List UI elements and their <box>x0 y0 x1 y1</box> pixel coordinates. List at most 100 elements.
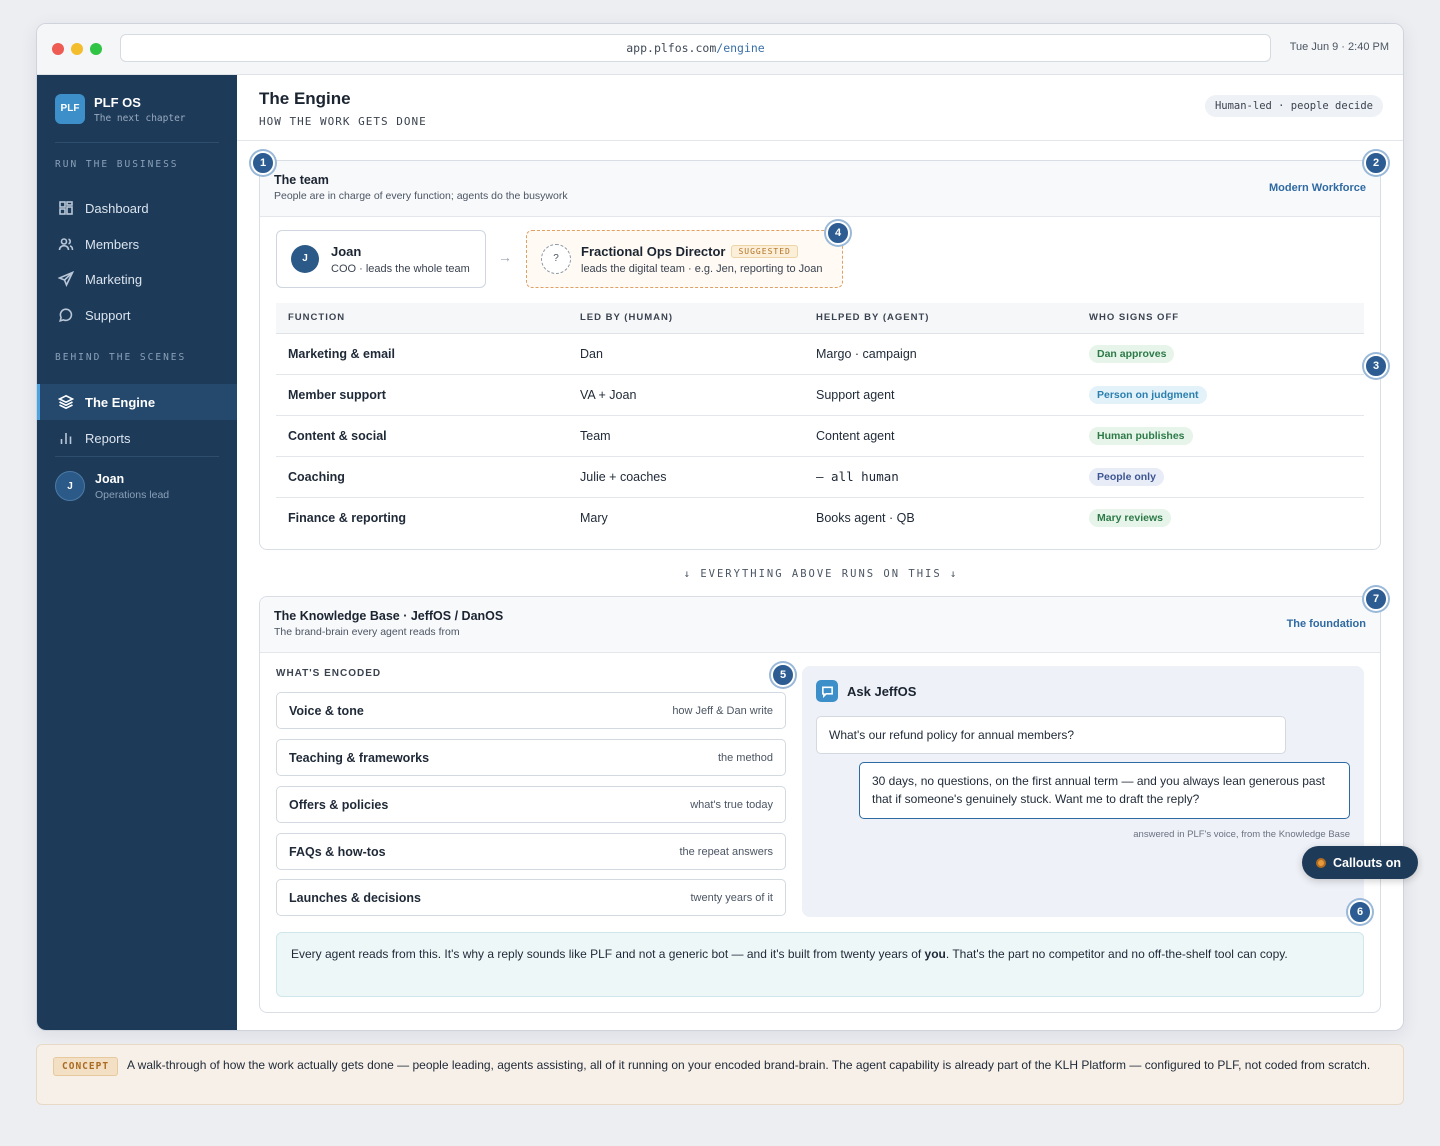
brand[interactable]: PLF PLF OS The next chapter <box>55 94 186 124</box>
table-row[interactable]: Content & social Team Content agent Huma… <box>276 415 1364 457</box>
team-table: FUNCTION LED BY (HUMAN) HELPED BY (AGENT… <box>276 303 1364 538</box>
lead-name: Joan <box>331 243 362 259</box>
signoff-chip: People only <box>1089 467 1164 486</box>
maximize-window-button[interactable] <box>90 43 102 55</box>
sidebar-item-support[interactable]: Support <box>37 297 237 333</box>
signoff-cell: Mary reviews <box>1077 497 1364 538</box>
dashboard-icon <box>59 201 73 215</box>
kb-item[interactable]: FAQs & how-tos the repeat answers <box>276 833 786 870</box>
close-window-button[interactable] <box>52 43 64 55</box>
current-user[interactable]: J Joan Operations lead <box>55 471 169 501</box>
function-cell: Finance & reporting <box>288 510 407 525</box>
suggested-role-card[interactable]: ? Fractional Ops Director SUGGESTED leads… <box>526 230 843 288</box>
callout-marker-2[interactable]: 2 <box>1364 151 1388 175</box>
browser-chrome: app.plfos.com/engine Tue Jun 9 · 2:40 PM <box>37 24 1403 75</box>
signoff-cell: Human publishes <box>1077 415 1364 457</box>
team-card-header: The team People are in charge of every f… <box>260 161 1380 217</box>
sidebar-item-dashboard[interactable]: Dashboard <box>37 190 237 226</box>
chat-icon <box>59 308 73 322</box>
led-by-cell: VA + Joan <box>568 374 804 416</box>
kb-summary-text-end: . That's the part no competitor and no o… <box>945 947 1288 961</box>
callout-marker-4[interactable]: 4 <box>826 221 850 245</box>
callout-marker-5[interactable]: 5 <box>771 663 795 687</box>
kb-item-desc: the method <box>717 751 773 764</box>
helped-by-cell: Content agent <box>804 415 1077 457</box>
callout-marker-3[interactable]: 3 <box>1364 354 1388 378</box>
table-row[interactable]: Marketing & email Dan Margo · campaign D… <box>276 333 1364 375</box>
url-bar[interactable]: app.plfos.com/engine <box>120 34 1271 62</box>
led-by-cell: Team <box>568 415 804 457</box>
kb-item-desc: the repeat answers <box>679 845 773 858</box>
layers-icon <box>58 394 74 410</box>
page-header: The Engine HOW THE WORK GETS DONE Human-… <box>237 75 1403 141</box>
toggle-status-dot <box>1316 857 1326 868</box>
ask-title: Ask JeffOS <box>847 683 917 699</box>
user-role: Operations lead <box>95 488 170 501</box>
team-tag-link[interactable]: Modern Workforce <box>1269 182 1366 194</box>
suggested-badge: SUGGESTED <box>731 244 798 258</box>
team-subtitle: People are in charge of every function; … <box>274 190 568 202</box>
kb-item-name: Launches & decisions <box>289 890 421 905</box>
kb-summary-text: Every agent reads from this. It's why a … <box>291 947 925 961</box>
led-by-cell: Mary <box>580 510 608 525</box>
clock: Tue Jun 9 · 2:40 PM <box>1289 41 1389 53</box>
table-row[interactable]: Finance & reporting Mary Books agent · Q… <box>276 497 1364 538</box>
sidebar-item-the-engine[interactable]: The Engine <box>37 384 237 420</box>
function-cell: Member support <box>276 374 568 416</box>
url-path: /engine <box>716 41 765 55</box>
brand-name: PLF OS <box>94 94 141 110</box>
kb-item[interactable]: Teaching & frameworks the method <box>276 739 786 776</box>
send-icon <box>58 271 74 287</box>
column-header: LED BY (HUMAN) <box>568 303 804 334</box>
callout-marker-6[interactable]: 6 <box>1348 900 1372 924</box>
unknown-person-icon: ? <box>541 244 571 274</box>
kb-item[interactable]: Launches & decisions twenty years of it <box>276 879 786 916</box>
table-row[interactable]: Member support VA + Joan Support agent P… <box>276 374 1364 416</box>
callouts-toggle[interactable]: Callouts on <box>1302 846 1418 879</box>
kb-item-desc: twenty years of it <box>690 891 773 904</box>
kb-tag-link[interactable]: The foundation <box>1287 618 1366 630</box>
suggested-role-name: Fractional Ops Director <box>581 243 726 259</box>
suggested-role-desc: leads the digital team · e.g. Jen, repor… <box>581 262 823 275</box>
section-label-behind: BEHIND THE SCENES <box>55 352 187 363</box>
sidebar-item-members[interactable]: Members <box>37 226 237 262</box>
kb-subtitle: The brand-brain every agent reads from <box>274 626 460 638</box>
function-cell: Marketing & email <box>276 333 568 375</box>
helped-by-cell: Support agent <box>804 374 1077 416</box>
arrow-right-icon: → <box>498 249 512 265</box>
url-host: app.plfos.com <box>626 41 717 55</box>
callout-marker-1[interactable]: 1 <box>251 151 275 175</box>
sidebar-item-marketing[interactable]: Marketing <box>37 261 237 297</box>
minimize-window-button[interactable] <box>71 43 83 55</box>
kb-card-header: The Knowledge Base · JeffOS / DanOS The … <box>260 597 1380 653</box>
page-title: The Engine <box>259 89 351 108</box>
status-badge: Human-led · people decide <box>1204 95 1383 117</box>
concept-note: CONCEPT A walk-through of how the work a… <box>36 1044 1404 1105</box>
function-cell: Coaching <box>276 456 568 498</box>
kb-item-desc: what's true today <box>690 798 773 811</box>
question-bubble: What's our refund policy for annual memb… <box>816 716 1286 754</box>
kb-title: The Knowledge Base · JeffOS / DanOS <box>274 609 504 623</box>
signoff-chip: Human publishes <box>1089 426 1193 445</box>
kb-item[interactable]: Offers & policies what's true today <box>276 786 786 823</box>
sidebar: PLF PLF OS The next chapter RUN THE BUSI… <box>37 75 237 1030</box>
sidebar-item-label: Dashboard <box>85 200 149 216</box>
user-name: Joan <box>95 471 125 486</box>
kb-item-name: FAQs & how-tos <box>289 844 386 859</box>
kb-summary-emphasis: you <box>924 947 946 961</box>
concept-tag: CONCEPT <box>53 1057 119 1076</box>
signoff-chip: Dan approves <box>1089 344 1175 363</box>
signoff-cell: Person on judgment <box>1077 374 1364 416</box>
signoff-chip: Mary reviews <box>1089 508 1171 527</box>
members-icon <box>58 238 74 251</box>
kb-item-name: Voice & tone <box>289 703 364 718</box>
section-label-run: RUN THE BUSINESS <box>55 159 179 170</box>
kb-item-name: Offers & policies <box>289 797 389 812</box>
app-window: app.plfos.com/engine Tue Jun 9 · 2:40 PM… <box>36 23 1404 1031</box>
sidebar-item-reports[interactable]: Reports <box>37 420 237 456</box>
lead-person-card[interactable]: J Joan COO · leads the whole team <box>276 230 486 288</box>
kb-item[interactable]: Voice & tone how Jeff & Dan write <box>276 692 786 729</box>
table-row[interactable]: Coaching Julie + coaches — all human Peo… <box>276 456 1364 498</box>
callout-marker-7[interactable]: 7 <box>1364 587 1388 611</box>
kb-item-desc: how Jeff & Dan write <box>672 704 773 717</box>
